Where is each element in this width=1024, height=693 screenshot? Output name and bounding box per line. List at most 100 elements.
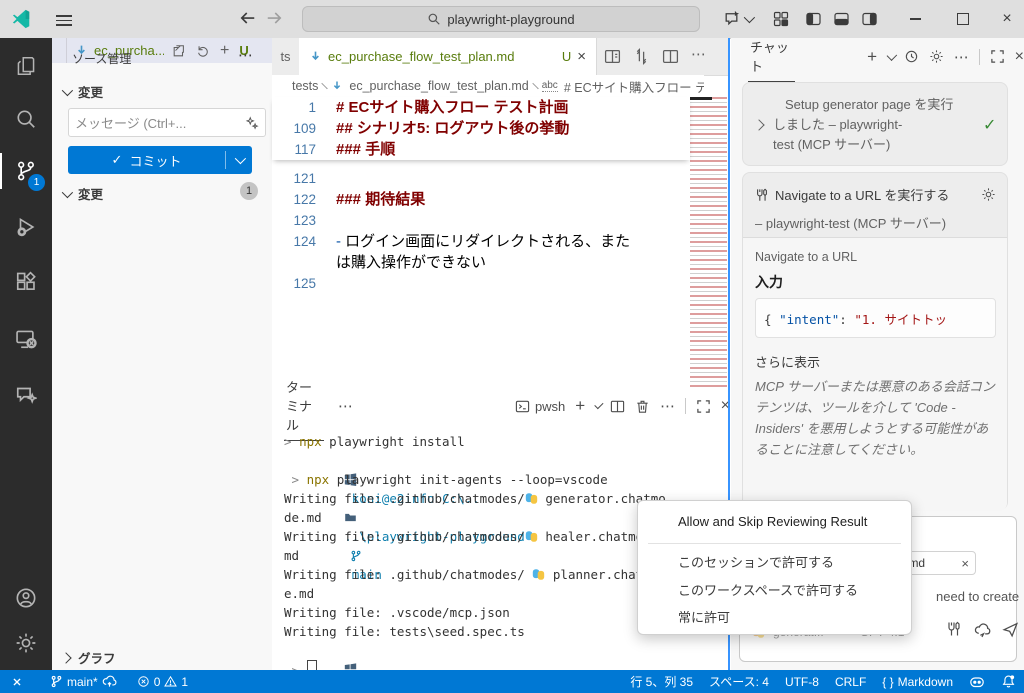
run-debug-icon[interactable] bbox=[0, 207, 52, 247]
sidebar-title: ソース管理 bbox=[72, 50, 131, 67]
tab-untracked-badge: U bbox=[562, 49, 571, 64]
sticky-line[interactable]: 1 # ECサイト購入フロー テスト計画 bbox=[272, 97, 690, 118]
code-line[interactable]: 124 - ログイン画面にリダイレクトされる、また bbox=[272, 231, 690, 252]
send-icon[interactable] bbox=[1002, 621, 1019, 638]
shell-label: pwsh bbox=[535, 399, 565, 414]
language-mode[interactable]: { } Markdown bbox=[882, 675, 953, 689]
extensions-icon[interactable] bbox=[0, 262, 52, 302]
maximize-button[interactable] bbox=[948, 0, 978, 38]
tab-partial-ts[interactable]: ts bbox=[272, 38, 300, 75]
close-tab-icon[interactable]: × bbox=[577, 48, 586, 65]
new-chat-dropdown-icon[interactable] bbox=[887, 50, 897, 60]
chevron-right-icon[interactable] bbox=[753, 119, 764, 130]
remove-chip-icon[interactable]: × bbox=[961, 556, 969, 571]
code-line[interactable]: 125 bbox=[272, 273, 690, 294]
remote-explorer-icon[interactable] bbox=[0, 319, 52, 359]
chat-tab[interactable]: チャット bbox=[748, 31, 795, 82]
split-terminal-icon[interactable] bbox=[610, 399, 625, 414]
commit-button[interactable]: ✓ コミット bbox=[68, 146, 252, 174]
new-chat-icon[interactable]: + bbox=[867, 50, 877, 64]
breadcrumb-folder[interactable]: tests bbox=[292, 79, 318, 93]
git-branch-status[interactable]: main* bbox=[50, 674, 117, 689]
toggle-primary-sidebar-icon[interactable] bbox=[805, 11, 822, 27]
maximize-panel-icon[interactable] bbox=[696, 399, 711, 414]
new-terminal-icon[interactable]: + bbox=[575, 399, 585, 413]
code-line[interactable]: 123 bbox=[272, 210, 690, 231]
forward-arrow-icon[interactable] bbox=[264, 8, 284, 28]
menu-item-allow-skip[interactable]: Allow and Skip Reviewing Result bbox=[638, 508, 911, 535]
graph-section-header[interactable]: グラフ bbox=[62, 648, 116, 667]
search-icon[interactable] bbox=[0, 99, 52, 139]
sticky-line[interactable]: 109 ## シナリオ5: ログアウト後の挙動 bbox=[272, 118, 690, 139]
cursor-position[interactable]: 行 5、列 35 bbox=[630, 673, 693, 690]
maximize-chat-icon[interactable] bbox=[990, 49, 1005, 64]
minimap[interactable] bbox=[690, 97, 727, 393]
open-preview-icon[interactable] bbox=[604, 48, 621, 65]
indentation[interactable]: スペース: 4 bbox=[709, 673, 769, 690]
changes-group-header[interactable]: 変更 bbox=[62, 184, 103, 203]
menu-hamburger-icon[interactable] bbox=[56, 12, 72, 29]
menu-item-allow-always[interactable]: 常に許可 bbox=[638, 604, 911, 631]
code-line-wrap[interactable]: は購入操作ができない bbox=[272, 252, 690, 273]
split-editor-icon[interactable] bbox=[662, 48, 679, 65]
copilot-chat-button[interactable] bbox=[723, 10, 752, 27]
panel-more-icon[interactable]: ⋯ bbox=[660, 397, 675, 415]
commit-dropdown[interactable] bbox=[226, 156, 252, 164]
stage-changes-icon[interactable]: + bbox=[220, 44, 229, 58]
more-actions-icon[interactable]: ⋯ bbox=[238, 46, 253, 64]
remote-indicator[interactable] bbox=[10, 675, 24, 689]
menu-item-allow-workspace[interactable]: このワークスペースで許可する bbox=[638, 577, 911, 604]
close-chat-icon[interactable]: × bbox=[1015, 48, 1024, 66]
chat-more-icon[interactable]: ⋯ bbox=[954, 48, 969, 66]
toggle-secondary-sidebar-icon[interactable] bbox=[861, 11, 878, 27]
terminal-dropdown-icon[interactable] bbox=[595, 400, 604, 409]
terminal-tab[interactable]: ターミナル bbox=[284, 371, 324, 441]
shell-item[interactable]: pwsh bbox=[515, 399, 565, 414]
kill-terminal-icon[interactable] bbox=[635, 399, 650, 414]
commit-message-input[interactable]: メッセージ (Ctrl+... bbox=[68, 108, 266, 137]
breadcrumb[interactable]: tests ec_purchase_flow_test_plan.md abc … bbox=[272, 75, 704, 97]
close-icon: × bbox=[1002, 10, 1011, 28]
terminal-prompt-line: koni@e2info C:\.. ..\playwright-playgrou… bbox=[284, 641, 724, 660]
eol-sequence[interactable]: CRLF bbox=[835, 675, 866, 689]
breadcrumb-symbol[interactable]: # ECサイト購入フロー テ bbox=[564, 77, 704, 96]
warnings-icon bbox=[164, 675, 177, 688]
section-changes[interactable]: 変更 bbox=[62, 82, 103, 101]
accounts-icon[interactable] bbox=[0, 578, 52, 618]
chat-history-icon[interactable] bbox=[904, 49, 919, 64]
sticky-scroll: 1 # ECサイト購入フロー テスト計画 109 ## シナリオ5: ログアウト… bbox=[272, 97, 690, 160]
copilot-status-icon[interactable] bbox=[969, 674, 985, 690]
tab-active[interactable]: ec_purchase_flow_test_plan.md U × bbox=[299, 38, 597, 75]
explorer-icon[interactable] bbox=[0, 46, 52, 86]
breadcrumb-file[interactable]: ec_purchase_flow_test_plan.md bbox=[349, 79, 528, 93]
problems-status[interactable]: 0 1 bbox=[137, 675, 188, 689]
chat-settings-gear-icon[interactable] bbox=[929, 49, 944, 64]
sparkle-icon[interactable] bbox=[245, 116, 259, 130]
menu-item-allow-session[interactable]: このセッションで許可する bbox=[638, 549, 911, 576]
cloud-send-icon[interactable] bbox=[974, 621, 991, 638]
notifications-bell-icon[interactable] bbox=[1001, 674, 1016, 689]
tool-call-done-card[interactable]: Setup generator page を実行 しました – playwrig… bbox=[742, 82, 1008, 166]
toggle-panel-icon[interactable] bbox=[833, 11, 850, 27]
close-window-button[interactable]: × bbox=[992, 0, 1022, 38]
chat-sparkle-icon[interactable] bbox=[0, 374, 52, 414]
tool-gear-icon[interactable] bbox=[981, 187, 996, 202]
tab-more-actions-icon[interactable]: ⋯ bbox=[691, 45, 706, 63]
sticky-line[interactable]: 117 ### 手順 bbox=[272, 139, 690, 160]
customize-layout-icon[interactable] bbox=[773, 11, 789, 27]
open-changes-icon[interactable] bbox=[633, 48, 650, 65]
chat-input-text[interactable]: need to create bbox=[936, 589, 1019, 604]
back-arrow-icon[interactable] bbox=[238, 8, 258, 28]
discard-changes-icon[interactable] bbox=[196, 44, 210, 58]
code-line[interactable]: 121 bbox=[272, 168, 690, 189]
open-file-icon[interactable] bbox=[172, 44, 186, 58]
tool-input-code[interactable]: { "intent": "1. サイトトッ bbox=[755, 298, 996, 338]
encoding[interactable]: UTF-8 bbox=[785, 675, 819, 689]
configure-tools-icon[interactable] bbox=[946, 621, 962, 637]
minimize-button[interactable] bbox=[900, 0, 930, 38]
code-line[interactable]: 122 ### 期待結果 bbox=[272, 189, 690, 210]
command-center-search[interactable]: playwright-playground bbox=[302, 6, 700, 32]
terminal-more-icon[interactable]: ⋯ bbox=[338, 397, 353, 415]
settings-gear-icon[interactable] bbox=[0, 623, 52, 663]
show-more-link[interactable]: さらに表示 bbox=[755, 352, 820, 371]
